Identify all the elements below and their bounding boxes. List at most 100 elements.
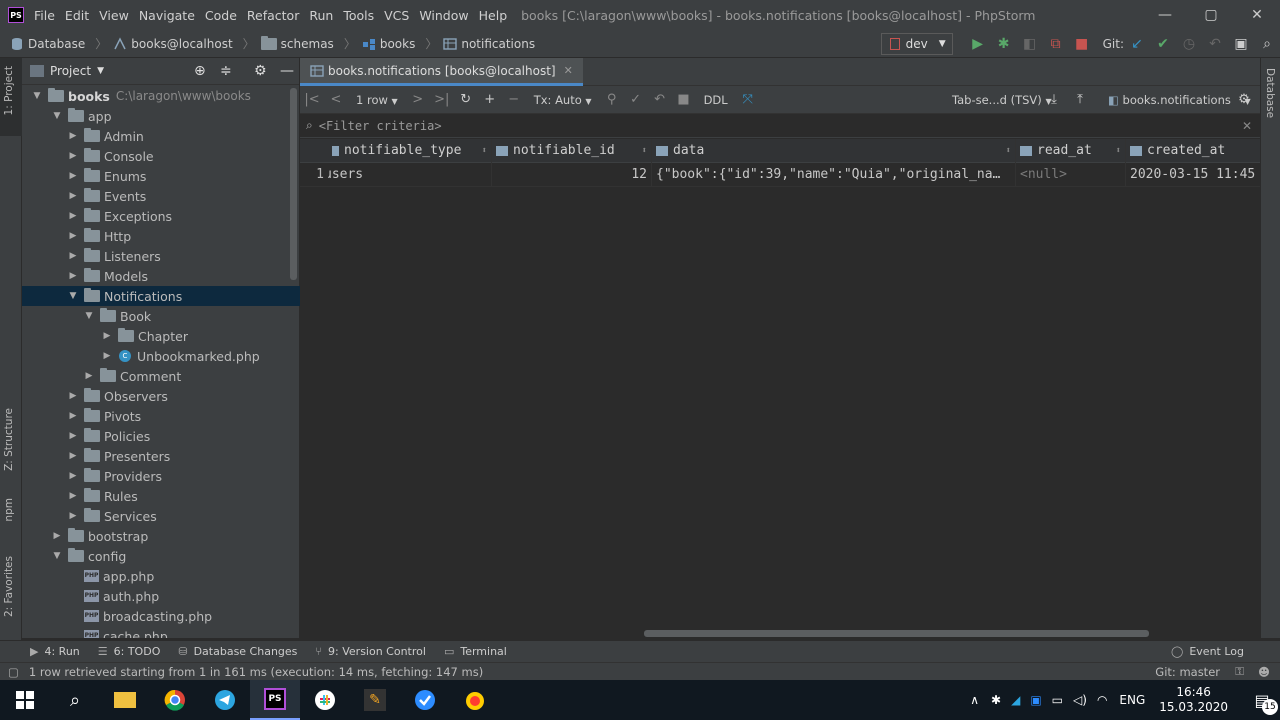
action-center-button[interactable]: ▤ 15 — [1244, 680, 1280, 720]
tree-item[interactable]: ▶ Models — [22, 266, 300, 286]
todo-tray-icon[interactable]: ▣ — [1030, 693, 1041, 707]
tree-item[interactable]: ▼ config — [22, 546, 300, 566]
tree-item[interactable]: ▶ Events — [22, 186, 300, 206]
chevron-right-icon[interactable]: ▶ — [102, 331, 112, 341]
tree-item[interactable]: ▶ Listeners — [22, 246, 300, 266]
chevron-down-icon[interactable]: ▼ — [68, 291, 78, 301]
tool-tab-database[interactable]: Database — [1264, 68, 1276, 118]
close-tab-icon[interactable]: ✕ — [564, 64, 573, 77]
tree-item[interactable]: ▼ app — [22, 106, 300, 126]
tree-item[interactable]: ▶ Presenters — [22, 446, 300, 466]
close-button[interactable]: ✕ — [1234, 0, 1280, 30]
locate-icon[interactable]: ⊕ — [194, 63, 206, 79]
battery-icon[interactable]: ▭ — [1052, 693, 1063, 707]
chevron-right-icon[interactable]: ▶ — [84, 371, 94, 381]
rollback-icon[interactable]: ↶ — [1202, 36, 1228, 52]
tree-item[interactable]: ▼ books C:\laragon\www\books — [22, 86, 300, 106]
tab-notifications[interactable]: books.notifications [books@localhost] ✕ — [300, 58, 583, 86]
pin-icon[interactable]: ⚲ — [600, 92, 624, 107]
debug-icon[interactable]: ✱ — [991, 36, 1017, 52]
last-page-icon[interactable]: >| — [430, 92, 454, 107]
git-branch[interactable]: Git: master — [1155, 665, 1220, 679]
add-row-icon[interactable]: + — [478, 92, 502, 107]
rollback-icon[interactable]: ↶ — [648, 92, 672, 107]
menu-navigate[interactable]: Navigate — [139, 8, 195, 23]
tree-item[interactable]: ▶ Chapter — [22, 326, 300, 346]
next-page-icon[interactable]: > — [406, 92, 430, 107]
taskbar-sublime[interactable]: ✎ — [350, 680, 400, 720]
menu-tools[interactable]: Tools — [343, 8, 374, 23]
run-config-select[interactable]: dev ▼ — [880, 33, 953, 55]
tree-item[interactable]: ▶ Http — [22, 226, 300, 246]
chevron-down-icon[interactable]: ▼ — [52, 551, 62, 561]
menu-run[interactable]: Run — [309, 8, 333, 23]
column-header-notifiable-id[interactable]: notifiable_id ⬍ — [492, 138, 652, 163]
first-page-icon[interactable]: |< — [300, 92, 324, 107]
breadcrumb-notifications[interactable]: 〉 notifications — [425, 35, 535, 52]
compare-icon[interactable]: ⤧ — [736, 92, 760, 107]
tree-item[interactable]: ▶ bootstrap — [22, 526, 300, 546]
wifi-icon[interactable]: ◠ — [1097, 693, 1107, 707]
tree-item[interactable]: ▶ Rules — [22, 486, 300, 506]
run-icon[interactable]: ▶ — [965, 36, 991, 52]
hide-panel-icon[interactable]: — — [280, 63, 294, 79]
tool-tab-run[interactable]: ▶ 4: Run — [30, 645, 80, 658]
menu-vcs[interactable]: VCS — [384, 8, 409, 23]
tree-item[interactable]: ▶ Console — [22, 146, 300, 166]
tree-item[interactable]: PHP broadcasting.php — [22, 606, 300, 626]
tree-item[interactable]: ▶ C Unbookmarked.php — [22, 346, 300, 366]
chevron-right-icon[interactable]: ▶ — [68, 451, 78, 461]
delete-row-icon[interactable]: − — [502, 92, 526, 107]
cell-notifiable-type[interactable]: users — [328, 162, 492, 187]
history-icon[interactable]: ◷ — [1176, 36, 1202, 52]
chevron-right-icon[interactable]: ▶ — [68, 471, 78, 481]
taskbar-todo[interactable] — [400, 680, 450, 720]
tree-item[interactable]: PHP auth.php — [22, 586, 300, 606]
menu-help[interactable]: Help — [479, 8, 508, 23]
language-indicator[interactable]: ENG — [1119, 693, 1145, 707]
reload-icon[interactable]: ↻ — [454, 92, 478, 107]
collapse-all-icon[interactable]: ≑ — [220, 63, 232, 79]
tree-item[interactable]: ▶ Observers — [22, 386, 300, 406]
breadcrumb-database[interactable]: Database — [10, 37, 85, 51]
menu-window[interactable]: Window — [419, 8, 468, 23]
menu-refactor[interactable]: Refactor — [247, 8, 299, 23]
clock[interactable]: 16:46 15.03.2020 — [1159, 685, 1228, 715]
taskbar-telegram[interactable] — [200, 680, 250, 720]
prev-page-icon[interactable]: < — [324, 92, 348, 107]
git-commit-icon[interactable]: ✔ — [1150, 36, 1176, 52]
chevron-right-icon[interactable]: ▶ — [102, 351, 112, 361]
tool-tab-version-control[interactable]: ⑂ 9: Version Control — [315, 645, 426, 658]
chevron-right-icon[interactable]: ▶ — [68, 131, 78, 141]
project-panel-title[interactable]: Project — [50, 64, 91, 78]
grid-horizontal-scrollbar[interactable] — [644, 630, 1149, 637]
tray-expand-icon[interactable]: ∧ — [970, 693, 979, 707]
slack-tray-icon[interactable]: ✱ — [991, 693, 1001, 707]
clear-filter-icon[interactable]: ✕ — [1242, 119, 1252, 133]
gear-icon[interactable]: ⚙ — [254, 63, 267, 79]
menu-code[interactable]: Code — [205, 8, 237, 23]
chevron-right-icon[interactable]: ▶ — [68, 511, 78, 521]
chevron-right-icon[interactable]: ▶ — [68, 271, 78, 281]
inspector-icon[interactable]: ☻ — [1258, 665, 1270, 679]
chevron-right-icon[interactable]: ▶ — [68, 151, 78, 161]
cell-created-at[interactable]: 2020-03-15 11:45 — [1126, 163, 1260, 187]
coverage-icon[interactable]: ◧ — [1017, 36, 1043, 52]
tree-item[interactable]: PHP app.php — [22, 566, 300, 586]
chevron-right-icon[interactable]: ▶ — [68, 231, 78, 241]
start-button[interactable] — [0, 680, 50, 720]
extractor-select[interactable]: Tab-se...d (TSV) ▼ — [952, 93, 1052, 107]
tree-item[interactable]: ▶ Enums — [22, 166, 300, 186]
settings-icon[interactable]: ⚙ — [1232, 92, 1256, 107]
taskbar-explorer[interactable] — [100, 680, 150, 720]
tree-item[interactable]: ▶ Comment — [22, 366, 300, 386]
chevron-right-icon[interactable]: ▶ — [68, 431, 78, 441]
breadcrumb-datasource[interactable]: 〉 books@localhost — [95, 35, 232, 52]
chevron-right-icon[interactable]: ▶ — [52, 531, 62, 541]
menu-edit[interactable]: Edit — [65, 8, 89, 23]
tree-item[interactable]: ▶ Exceptions — [22, 206, 300, 226]
tool-tab-structure[interactable]: Z: Structure — [3, 408, 15, 471]
column-header-created-at[interactable]: created_at — [1126, 139, 1260, 163]
column-header-read-at[interactable]: read_at ⬍ — [1016, 138, 1126, 163]
tree-item[interactable]: ▼ Notifications — [22, 286, 300, 306]
